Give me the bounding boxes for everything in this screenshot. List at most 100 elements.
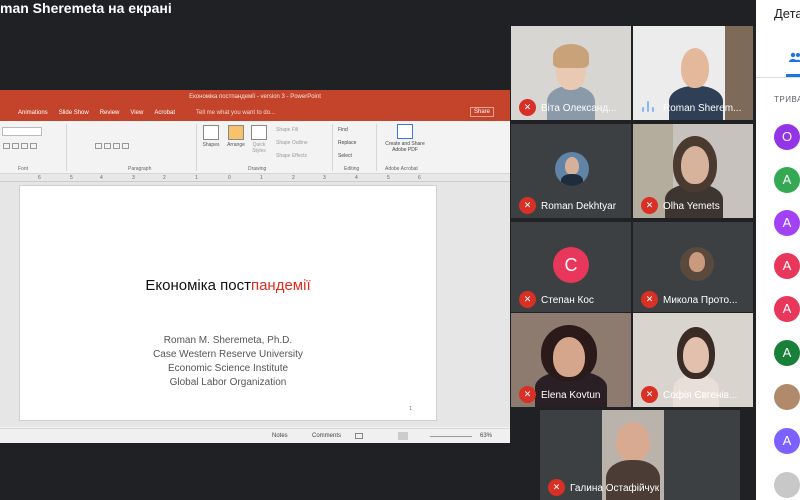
notes-button[interactable]: Notes: [272, 433, 288, 439]
quick-styles-icon: [251, 125, 267, 140]
details-panel: Дета ТРИВА O A A A A A A: [756, 0, 800, 500]
slide-canvas: Економіка постпандемії Roman M. Sheremet…: [0, 182, 510, 427]
participant-tile-olha-yemets[interactable]: ✕ Olha Yemets: [633, 124, 753, 218]
shared-screen-powerpoint: Економіка постпандемії - version 3 - Pow…: [0, 90, 510, 443]
find-button[interactable]: Find: [338, 124, 356, 137]
align-left-icon[interactable]: [95, 143, 102, 149]
slide-author-info: Roman M. Sheremeta, Ph.D. Case Western R…: [153, 335, 303, 388]
slide-number: 1: [409, 406, 412, 412]
panel-title: Дета: [774, 6, 800, 21]
font-name-box[interactable]: [2, 127, 42, 136]
arrange-button[interactable]: Arrange: [224, 125, 248, 148]
paragraph-tools: [95, 143, 195, 151]
divider: [196, 124, 197, 171]
divider: [376, 124, 377, 171]
share-button[interactable]: Share: [469, 107, 494, 117]
group-paragraph-label: Paragraph: [128, 166, 152, 172]
reading-view-icon[interactable]: [398, 432, 408, 440]
align-right-icon[interactable]: [113, 143, 120, 149]
font-tools: [3, 143, 103, 151]
tell-me-search[interactable]: Tell me what you want to do...: [196, 110, 275, 116]
shapes-icon: [203, 125, 219, 140]
participant-tile-stepan-kos[interactable]: C ✕ Степан Кос: [511, 222, 631, 312]
mic-off-icon: ✕: [519, 291, 536, 308]
normal-view-icon[interactable]: [355, 433, 363, 439]
participant-name: Elena Kovtun: [541, 390, 601, 401]
quick-styles-button[interactable]: Quick Styles: [249, 125, 269, 154]
participant-avatar[interactable]: A: [774, 167, 800, 193]
mic-off-icon: ✕: [641, 197, 658, 214]
participant-name: Olha Yemets: [663, 201, 720, 212]
italic-icon[interactable]: [12, 143, 19, 149]
participant-tile-roman-dekhtyar[interactable]: ✕ Roman Dekhtyar: [511, 124, 631, 218]
people-icon[interactable]: [789, 52, 800, 62]
zoom-level: 63%: [480, 433, 493, 439]
shape-outline-button[interactable]: Shape Outline: [276, 137, 308, 150]
ppt-window-title: Економіка постпандемії - version 3 - Pow…: [0, 90, 510, 105]
zoom-slider[interactable]: [430, 436, 472, 437]
mic-off-icon: ✕: [519, 197, 536, 214]
slide[interactable]: Економіка постпандемії Roman M. Sheremet…: [19, 185, 437, 421]
tab-acrobat[interactable]: Acrobat: [154, 110, 175, 116]
group-editing-label: Editing: [344, 166, 360, 172]
align-center-icon[interactable]: [104, 143, 111, 149]
arrange-icon: [228, 125, 244, 140]
divider: [756, 77, 800, 78]
participant-avatar[interactable]: O: [774, 124, 800, 150]
divider: [332, 124, 333, 171]
mic-off-icon: ✕: [519, 99, 536, 116]
mic-off-icon: ✕: [641, 386, 658, 403]
ppt-ribbon-tabs: Animations Slide Show Review View Acroba…: [0, 105, 510, 121]
group-acrobat-label: Adobe Acrobat: [385, 166, 418, 172]
shape-effects-button[interactable]: Shape Effects: [276, 150, 308, 163]
participant-tile-mykola[interactable]: ✕ Микола Прото...: [633, 222, 753, 312]
participant-avatar[interactable]: A: [774, 428, 800, 454]
tab-review[interactable]: Review: [100, 110, 120, 116]
mic-off-icon: ✕: [548, 479, 565, 496]
participant-tile-vita[interactable]: ✕ Віта Олександ...: [511, 26, 631, 120]
strike-icon[interactable]: [30, 143, 37, 149]
participant-tile-halyna[interactable]: ✕ Галина Остафійчук: [540, 410, 740, 500]
tab-view[interactable]: View: [130, 110, 143, 116]
participant-name: Степан Кос: [541, 295, 594, 306]
participant-avatar[interactable]: A: [774, 340, 800, 366]
participant-avatar[interactable]: [774, 384, 800, 410]
participant-tile-roman-sheremeta[interactable]: Roman Sherem...: [633, 26, 753, 120]
participant-tile-elena-kovtun[interactable]: ✕ Elena Kovtun: [511, 313, 631, 407]
tab-slide-show[interactable]: Slide Show: [59, 110, 89, 116]
select-button[interactable]: Select: [338, 150, 356, 163]
section-header: ТРИВА: [774, 95, 800, 104]
create-pdf-button[interactable]: Create and Share Adobe PDF: [380, 124, 430, 153]
presenting-banner: man Sheremeta на екрані: [0, 0, 172, 16]
ruler: 6543210123456: [0, 174, 510, 182]
participant-name: Roman Dekhtyar: [541, 201, 617, 212]
underline-icon[interactable]: [21, 143, 28, 149]
group-font-label: Font: [18, 166, 29, 172]
participant-avatar[interactable]: [774, 472, 800, 498]
ppt-status-bar: Notes Comments 63%: [0, 428, 510, 443]
comments-button[interactable]: Comments: [312, 433, 341, 439]
shape-fill-button[interactable]: Shape Fill: [276, 124, 308, 137]
bold-icon[interactable]: [3, 143, 10, 149]
shapes-button[interactable]: Shapes: [200, 125, 222, 148]
group-drawing-label: Drawing: [248, 166, 267, 172]
mic-off-icon: ✕: [641, 291, 658, 308]
participant-avatar[interactable]: A: [774, 210, 800, 236]
participant-tile-sofia[interactable]: ✕ Софія Євгенів...: [633, 313, 753, 407]
justify-icon[interactable]: [122, 143, 129, 149]
participant-avatar[interactable]: A: [774, 296, 800, 322]
participant-name: Галина Остафійчук: [570, 483, 660, 494]
participant-name: Roman Sherem...: [663, 103, 742, 114]
editing-options: Find Replace Select: [338, 124, 356, 163]
mic-off-icon: ✕: [519, 386, 536, 403]
ppt-ribbon: Font Paragraph Shapes Arrange Quick Styl…: [0, 121, 510, 174]
participant-name: Софія Євгенів...: [663, 390, 738, 401]
slide-title: Економіка постпандемії: [145, 277, 311, 294]
replace-button[interactable]: Replace: [338, 137, 356, 150]
shape-format-options: Shape Fill Shape Outline Shape Effects: [276, 124, 308, 163]
avatar: C: [553, 247, 589, 283]
participant-name: Віта Олександ...: [541, 103, 617, 114]
pdf-icon: [397, 124, 413, 139]
participant-avatar[interactable]: A: [774, 253, 800, 279]
tab-animations[interactable]: Animations: [18, 110, 48, 116]
